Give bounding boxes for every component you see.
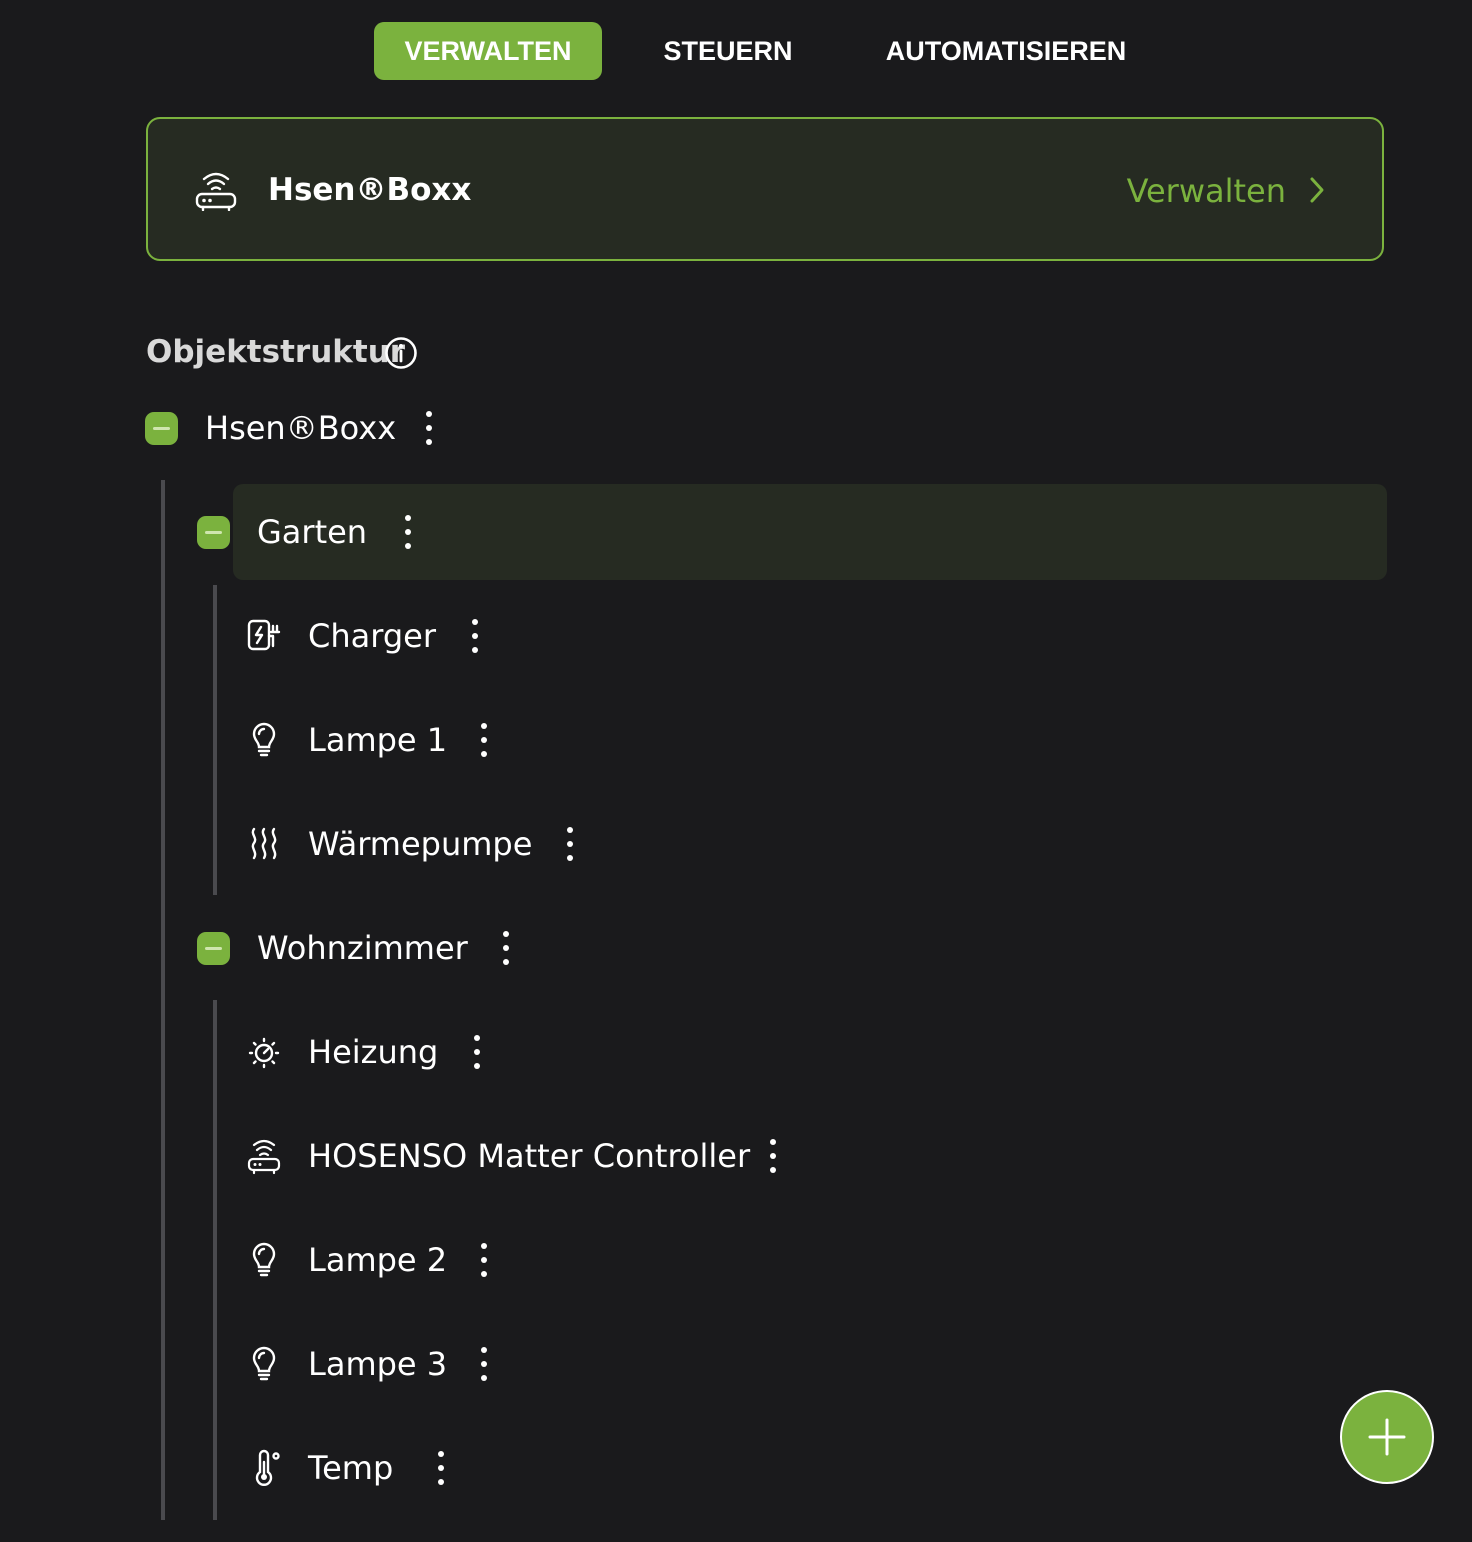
device-label-lampe-2[interactable]: Lampe 2 bbox=[308, 1238, 447, 1282]
root-more-menu-icon[interactable] bbox=[417, 406, 441, 450]
tree-line-garten bbox=[213, 585, 217, 895]
temp-more-menu-icon[interactable] bbox=[429, 1446, 453, 1490]
tab-verwalten[interactable]: VERWALTEN bbox=[374, 22, 602, 80]
chevron-right-icon bbox=[1310, 177, 1324, 203]
device-label-temp[interactable]: Temp bbox=[308, 1446, 393, 1490]
device-label-lampe-1[interactable]: Lampe 1 bbox=[308, 718, 447, 762]
device-label-heizung[interactable]: Heizung bbox=[308, 1030, 438, 1074]
tab-steuern[interactable]: STEUERN bbox=[640, 22, 816, 80]
hub-name: Hsen®Boxx bbox=[268, 172, 472, 208]
device-label-lampe-3[interactable]: Lampe 3 bbox=[308, 1342, 447, 1386]
waermepumpe-more-menu-icon[interactable] bbox=[558, 822, 582, 866]
router-icon bbox=[195, 172, 237, 211]
ev-charger-icon bbox=[247, 619, 281, 651]
matter-controller-more-menu-icon[interactable] bbox=[761, 1134, 785, 1178]
top-tab-bar: VERWALTEN STEUERN AUTOMATISIEREN bbox=[0, 22, 1472, 80]
add-button[interactable] bbox=[1340, 1390, 1434, 1484]
router-icon bbox=[247, 1139, 281, 1175]
thermostat-dial-icon bbox=[248, 1037, 280, 1069]
device-label-charger[interactable]: Charger bbox=[308, 614, 436, 658]
lampe-1-more-menu-icon[interactable] bbox=[472, 718, 496, 762]
plus-icon bbox=[1368, 1418, 1406, 1456]
lampe-3-more-menu-icon[interactable] bbox=[472, 1342, 496, 1386]
manage-link[interactable]: Verwalten bbox=[1127, 171, 1286, 211]
tab-automatisieren[interactable]: AUTOMATISIEREN bbox=[866, 22, 1146, 80]
collapse-toggle-root[interactable] bbox=[145, 412, 178, 445]
collapse-toggle-wohnzimmer[interactable] bbox=[197, 932, 230, 965]
section-title: Objektstruktur bbox=[146, 334, 406, 370]
bulb-icon bbox=[252, 1242, 276, 1277]
device-label-matter-controller[interactable]: HOSENSO Matter Controller bbox=[308, 1134, 750, 1178]
charger-more-menu-icon[interactable] bbox=[463, 614, 487, 658]
hub-card[interactable]: Hsen®Boxx Verwalten bbox=[146, 117, 1384, 261]
bulb-icon bbox=[252, 1346, 276, 1381]
heizung-more-menu-icon[interactable] bbox=[465, 1030, 489, 1074]
room-label-wohnzimmer[interactable]: Wohnzimmer bbox=[257, 926, 468, 970]
info-icon[interactable] bbox=[384, 336, 418, 370]
heat-waves-icon bbox=[251, 827, 277, 860]
collapse-toggle-garten[interactable] bbox=[197, 516, 230, 549]
device-label-waermepumpe[interactable]: Wärmepumpe bbox=[308, 822, 532, 866]
bulb-icon bbox=[252, 722, 276, 757]
lampe-2-more-menu-icon[interactable] bbox=[472, 1238, 496, 1282]
root-node-label[interactable]: Hsen®Boxx bbox=[205, 406, 396, 450]
wohnzimmer-more-menu-icon[interactable] bbox=[494, 926, 518, 970]
tree-line-root bbox=[161, 480, 165, 1520]
room-label-garten[interactable]: Garten bbox=[257, 510, 367, 554]
tree-line-wohnzimmer bbox=[213, 1000, 217, 1520]
garten-more-menu-icon[interactable] bbox=[396, 510, 420, 554]
thermometer-icon bbox=[255, 1449, 280, 1486]
